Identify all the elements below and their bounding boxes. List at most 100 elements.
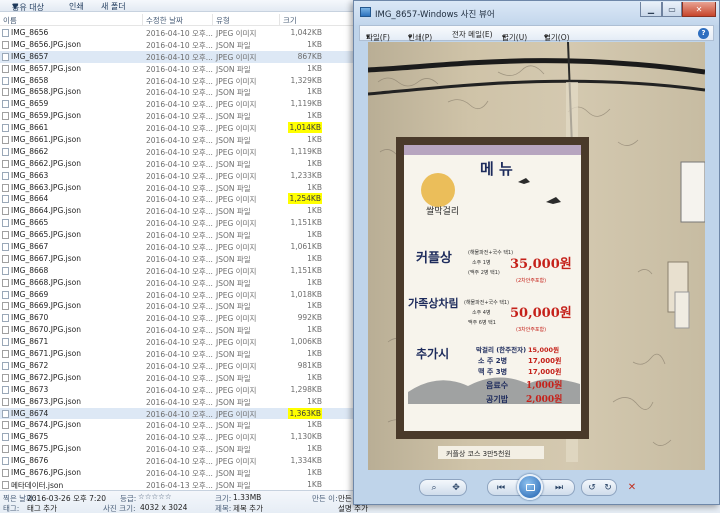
file-row[interactable]: IMG_8675.JPG.json 2016-04-10 오후... JSON 파일…	[0, 443, 360, 455]
file-size: 1,061KB	[290, 242, 322, 252]
file-row[interactable]: IMG_8667 2016-04-10 오후... JPEG 이미지 1,061KB	[0, 241, 360, 253]
file-row[interactable]: IMG_8669.JPG.json 2016-04-10 오후... JSON 파일…	[0, 300, 360, 312]
column-headers: 이름 수정한 날짜 유형 크기	[0, 14, 360, 26]
file-row[interactable]: IMG_8658.JPG.json 2016-04-10 오후... JSON 파일…	[0, 86, 360, 98]
maximize-button[interactable]: ▭	[662, 2, 682, 17]
file-date: 2016-04-10 오후...	[146, 195, 213, 205]
file-name: IMG_8671	[11, 337, 49, 347]
file-size: 1,151KB	[290, 265, 322, 275]
json-file-icon	[2, 183, 9, 192]
file-row[interactable]: IMG_8675 2016-04-10 오후... JPEG 이미지 1,130KB	[0, 431, 360, 443]
file-row[interactable]: IMG_8661 2016-04-10 오후... JPEG 이미지 1,014KB	[0, 122, 360, 134]
file-row[interactable]: IMG_8658 2016-04-10 오후... JPEG 이미지 1,329KB	[0, 75, 360, 87]
file-row[interactable]: IMG_8671.JPG.json 2016-04-10 오후... JSON 파일…	[0, 348, 360, 360]
file-date: 2016-04-10 오후...	[146, 397, 213, 407]
file-row[interactable]: IMG_8657 2016-04-10 오후... JPEG 이미지 867KB	[0, 50, 360, 63]
help-icon[interactable]: ?	[698, 28, 709, 39]
file-row[interactable]: IMG_8676 2016-04-10 오후... JPEG 이미지 1,334KB	[0, 455, 360, 467]
extra-item-price: 17,000원	[528, 367, 561, 376]
cable	[368, 58, 705, 75]
zoom-icon: ⌕	[431, 482, 437, 493]
new-folder-button[interactable]: 새 폴더	[101, 1, 126, 12]
title-value[interactable]: 제목 추가	[233, 503, 263, 513]
column-divider[interactable]	[279, 14, 280, 26]
file-row[interactable]: IMG_8663.JPG.json 2016-04-10 오후... JSON 파일…	[0, 182, 360, 194]
file-row[interactable]: IMG_8671 2016-04-10 오후... JPEG 이미지 1,006KB	[0, 336, 360, 348]
previous-button[interactable]: ⏮	[493, 480, 509, 495]
file-row[interactable]: IMG_8663 2016-04-10 오후... JPEG 이미지 1,233KB	[0, 170, 360, 182]
photo-display[interactable]: 메 뉴 쌀막걸리 커플상 (해물파전+국수 택1) 소주 1병 (맥주 2병 택…	[368, 42, 705, 470]
menu-email[interactable]: 전자 메일(E)	[452, 29, 493, 40]
file-row[interactable]: IMG_8662 2016-04-10 오후... JPEG 이미지 1,119KB	[0, 146, 360, 158]
file-row[interactable]: IMG_8665.JPG.json 2016-04-10 오후... JSON 파일…	[0, 229, 360, 241]
file-size: 1,014KB	[288, 122, 322, 134]
file-name: IMG_8658	[11, 75, 49, 85]
image-file-icon	[2, 433, 9, 442]
image-file-icon	[2, 361, 9, 370]
file-row[interactable]: IMG_8662.JPG.json 2016-04-10 오후... JSON 파일…	[0, 158, 360, 170]
viewer-menubar: 파일(F) ▾ 인쇄(P) ▾ 전자 메일(E) 굽기(U) ▾ 열기(O) ▾…	[359, 25, 714, 42]
rotate-ccw-button[interactable]: ↺	[585, 480, 599, 495]
file-row[interactable]: IMG_8676.JPG.json 2016-04-10 오후... JSON 파일…	[0, 467, 360, 479]
column-header-size[interactable]: 크기	[283, 15, 297, 26]
close-button[interactable]: ✕	[682, 2, 716, 17]
file-row[interactable]: IMG_8668.JPG.json 2016-04-10 오후... JSON 파일…	[0, 277, 360, 289]
json-file-icon	[2, 468, 9, 477]
minimize-button[interactable]: ▁	[640, 2, 662, 17]
column-header-date[interactable]: 수정한 날짜	[146, 15, 183, 26]
file-row[interactable]: IMG_8659 2016-04-10 오후... JPEG 이미지 1,119KB	[0, 98, 360, 110]
actual-size-button[interactable]: ✥	[449, 480, 463, 495]
file-type: JPEG 이미지	[216, 385, 257, 395]
file-row[interactable]: IMG_8664 2016-04-10 오후... JPEG 이미지 1,254KB	[0, 193, 360, 205]
file-row[interactable]: IMG_8669 2016-04-10 오후... JPEG 이미지 1,018KB	[0, 289, 360, 301]
file-row[interactable]: IMG_8670 2016-04-10 오후... JPEG 이미지 992KB	[0, 312, 360, 324]
file-row[interactable]: IMG_8674.JPG.json 2016-04-10 오후... JSON 파일…	[0, 419, 360, 431]
file-type: JPEG 이미지	[216, 124, 257, 134]
rating-stars[interactable]: ☆☆☆☆☆	[138, 492, 172, 501]
file-row[interactable]: IMG_8656.JPG.json 2016-04-10 오후... JSON 파일…	[0, 39, 360, 51]
file-row[interactable]: IMG_8656 2016-04-10 오후... JPEG 이미지 1,042KB	[0, 27, 360, 39]
file-size: 1,018KB	[290, 289, 322, 299]
file-type: JPEG 이미지	[216, 314, 257, 324]
slideshow-button[interactable]	[517, 474, 543, 500]
file-row[interactable]: IMG_8661.JPG.json 2016-04-10 오후... JSON 파일…	[0, 134, 360, 146]
file-row[interactable]: IMG_8659.JPG.json 2016-04-10 오후... JSON 파일…	[0, 110, 360, 122]
image-file-icon	[2, 171, 9, 180]
delete-button[interactable]: ✕	[625, 480, 639, 495]
file-row[interactable]: IMG_8672.JPG.json 2016-04-10 오후... JSON 파일…	[0, 372, 360, 384]
file-row[interactable]: IMG_8664.JPG.json 2016-04-10 오후... JSON 파일…	[0, 205, 360, 217]
file-row[interactable]: IMG_8673.JPG.json 2016-04-10 오후... JSON 파일…	[0, 396, 360, 408]
file-row[interactable]: IMG_8674 2016-04-10 오후... JPEG 이미지 1,363KB	[0, 407, 360, 420]
file-date: 2016-04-10 오후...	[146, 445, 213, 455]
next-button[interactable]: ⏭	[551, 480, 567, 495]
column-header-type[interactable]: 유형	[216, 15, 230, 26]
file-type: JSON 파일	[216, 350, 251, 360]
file-row[interactable]: IMG_8672 2016-04-10 오후... JPEG 이미지 981KB	[0, 360, 360, 372]
zoom-button[interactable]: ⌕	[427, 480, 441, 495]
file-row[interactable]: IMG_8665 2016-04-10 오후... JPEG 이미지 1,151KB	[0, 217, 360, 229]
rotate-cw-button[interactable]: ↻	[601, 480, 615, 495]
file-name: IMG_8675	[11, 432, 49, 442]
file-row[interactable]: IMG_8668 2016-04-10 오후... JPEG 이미지 1,151KB	[0, 265, 360, 277]
file-date: 2016-04-10 오후...	[146, 243, 213, 253]
tags-value[interactable]: 태그 추가	[27, 503, 57, 513]
file-row[interactable]: IMG_8670.JPG.json 2016-04-10 오후... JSON 파일…	[0, 324, 360, 336]
delete-icon: ✕	[627, 482, 637, 493]
column-divider[interactable]	[212, 14, 213, 26]
set2-item: 소주 4병	[472, 309, 491, 316]
file-date: 2016-04-10 오후...	[146, 302, 213, 312]
column-divider[interactable]	[142, 14, 143, 26]
file-type: JSON 파일	[216, 373, 251, 383]
json-file-icon	[2, 112, 9, 121]
viewer-titlebar[interactable]: IMG_8657-Windows 사진 뷰어 ▁ ▭ ✕	[354, 1, 719, 25]
column-header-name[interactable]: 이름	[3, 15, 17, 26]
file-row[interactable]: IMG_8673 2016-04-10 오후... JPEG 이미지 1,298KB	[0, 384, 360, 396]
file-type: JPEG 이미지	[216, 219, 257, 229]
file-date: 2016-04-10 오후...	[146, 183, 213, 193]
file-row[interactable]: IMG_8667.JPG.json 2016-04-10 오후... JSON 파일…	[0, 253, 360, 265]
print-button[interactable]: 인쇄	[69, 1, 84, 12]
file-size: 1KB	[307, 111, 322, 121]
file-row[interactable]: 메타데이터.json 2016-04-13 오후... JSON 파일 1KB	[0, 479, 360, 491]
file-row[interactable]: IMG_8657.JPG.json 2016-04-10 오후... JSON 파일…	[0, 63, 360, 75]
image-file-icon	[2, 457, 9, 466]
